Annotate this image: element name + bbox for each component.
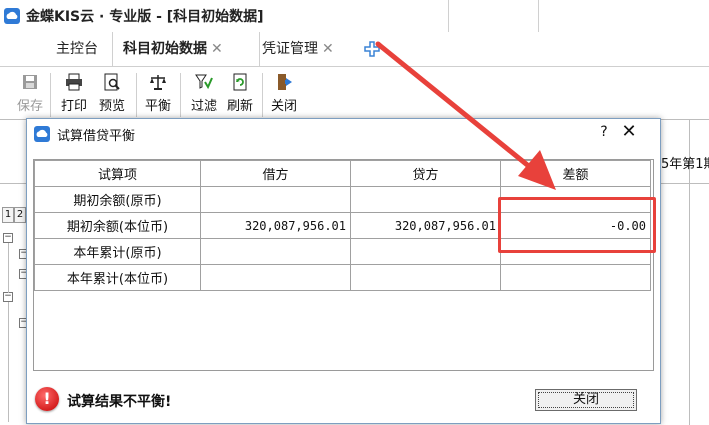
- tree-collapse-icon[interactable]: −: [3, 233, 13, 243]
- tab-voucher-management[interactable]: 凭证管理 ✕: [252, 32, 358, 66]
- column-header: 差额: [500, 160, 651, 187]
- close-toolbar-button[interactable]: 关闭: [266, 71, 302, 117]
- column-header: 贷方: [350, 160, 501, 187]
- tab-close-icon[interactable]: ✕: [322, 41, 334, 57]
- tab-label: 主控台: [56, 41, 98, 57]
- column-header: 试算项: [34, 160, 201, 187]
- close-label: 关闭: [270, 99, 297, 114]
- balance-label: 平衡: [144, 99, 171, 114]
- scale-icon: [150, 75, 166, 90]
- item-cell: 本年累计(本位币): [34, 264, 201, 291]
- trial-balance-dialog: 试算借贷平衡 ? ✕ 试算项 借方 贷方 差额 期初余额(原币) 期初余额(本位…: [26, 118, 661, 424]
- table-header-row: 试算项 借方 贷方 差额: [34, 160, 651, 187]
- highlight-box: [498, 197, 656, 253]
- credit-cell: 320,087,956.01: [350, 212, 501, 239]
- print-button[interactable]: 打印: [56, 71, 92, 117]
- save-label: 保存: [16, 99, 43, 114]
- debit-cell: [200, 264, 351, 291]
- exit-door-icon: [278, 74, 292, 90]
- add-tab-icon[interactable]: [364, 41, 380, 57]
- balance-button[interactable]: 平衡: [140, 71, 176, 117]
- diff-cell: [500, 264, 651, 291]
- preview-icon: [104, 73, 120, 91]
- trial-balance-grid-container: 试算项 借方 贷方 差额 期初余额(原币) 期初余额(本位币) 320,087,…: [33, 159, 654, 371]
- print-label: 打印: [60, 99, 87, 114]
- tree-line: [8, 243, 9, 293]
- refresh-button[interactable]: 刷新: [222, 71, 258, 117]
- save-icon: [23, 75, 37, 89]
- preview-label: 预览: [98, 99, 125, 114]
- credit-cell: [350, 186, 501, 213]
- title-divider: [538, 0, 539, 32]
- save-button[interactable]: 保存: [12, 71, 48, 117]
- dialog-title: 试算借贷平衡: [57, 129, 136, 144]
- refresh-icon: [233, 73, 247, 91]
- app-title: 金蝶KIS云 · 专业版 - [科目初始数据]: [26, 9, 264, 25]
- toolbar-divider: [180, 73, 181, 117]
- period-label: 5年第1期: [661, 157, 709, 172]
- item-cell: 本年累计(原币): [34, 238, 201, 265]
- dialog-close-icon[interactable]: ✕: [617, 121, 641, 142]
- tab-label: 凭证管理: [262, 41, 318, 57]
- toolbar-divider: [50, 73, 51, 117]
- preview-button[interactable]: 预览: [94, 71, 130, 117]
- toolbar-divider: [262, 73, 263, 117]
- filter-button[interactable]: 过滤: [186, 71, 222, 117]
- tab-close-icon[interactable]: ✕: [211, 41, 223, 57]
- kis-logo-icon: [4, 8, 20, 24]
- refresh-label: 刷新: [226, 99, 253, 114]
- filter-label: 过滤: [190, 99, 217, 114]
- tab-label: 科目初始数据: [123, 41, 207, 57]
- table-row[interactable]: 本年累计(本位币): [34, 264, 651, 291]
- tab-console[interactable]: 主控台: [46, 32, 118, 66]
- item-cell: 期初余额(本位币): [34, 212, 201, 239]
- help-button[interactable]: ?: [594, 124, 614, 140]
- credit-cell: [350, 238, 501, 265]
- item-cell: 期初余额(原币): [34, 186, 201, 213]
- tab-bar: 主控台 科目初始数据 ✕ 凭证管理 ✕: [0, 32, 709, 67]
- debit-cell: [200, 238, 351, 265]
- toolbar-divider: [136, 73, 137, 117]
- debit-cell: [200, 186, 351, 213]
- debit-cell: 320,087,956.01: [200, 212, 351, 239]
- tree-line: [8, 302, 9, 422]
- filter-icon: [195, 74, 213, 90]
- sheet-tab-2[interactable]: 2: [14, 207, 26, 223]
- sheet-tab-1[interactable]: 1: [2, 207, 14, 223]
- dialog-footer: ! 试算结果不平衡! 关闭: [27, 381, 660, 421]
- error-icon: !: [35, 387, 59, 411]
- close-button[interactable]: 关闭: [535, 389, 637, 411]
- printer-icon: [66, 73, 82, 91]
- credit-cell: [350, 264, 501, 291]
- kis-logo-icon: [34, 126, 50, 142]
- title-divider: [448, 0, 449, 32]
- tab-account-initial-data[interactable]: 科目初始数据 ✕: [112, 32, 260, 66]
- dialog-title-bar: 试算借贷平衡 ? ✕: [27, 119, 660, 149]
- column-header: 借方: [200, 160, 351, 187]
- app-title-bar: 金蝶KIS云 · 专业版 - [科目初始数据]: [0, 0, 709, 33]
- result-message: 试算结果不平衡!: [67, 394, 172, 410]
- tree-collapse-icon[interactable]: −: [3, 292, 13, 302]
- toolbar: 保存 打印 预览 平衡 过滤 刷新 关闭: [0, 67, 709, 119]
